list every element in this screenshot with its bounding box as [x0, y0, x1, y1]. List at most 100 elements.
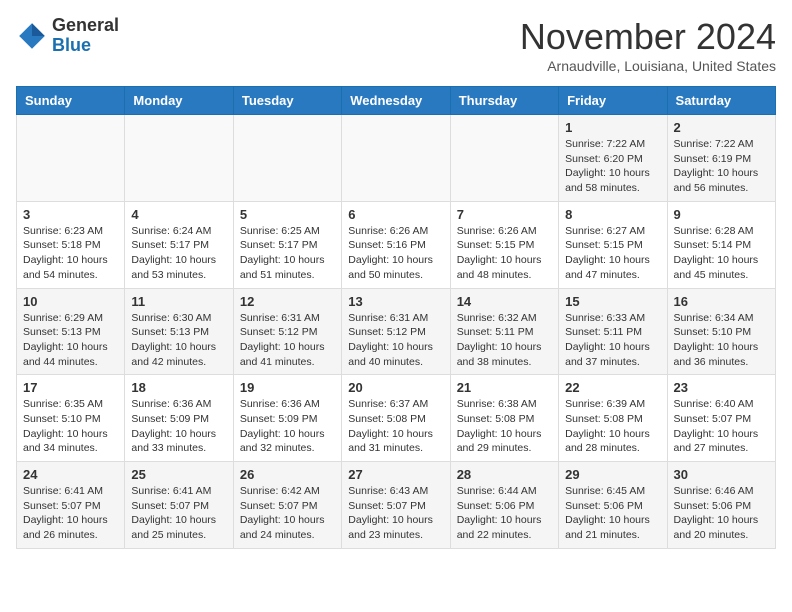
- day-number: 22: [565, 380, 660, 395]
- day-info: Sunrise: 6:30 AM Sunset: 5:13 PM Dayligh…: [131, 311, 226, 370]
- calendar-cell: 16 Sunrise: 6:34 AM Sunset: 5:10 PM Dayli…: [667, 288, 775, 375]
- calendar-cell: 8 Sunrise: 6:27 AM Sunset: 5:15 PM Daylig…: [559, 201, 667, 288]
- calendar-cell: 22 Sunrise: 6:39 AM Sunset: 5:08 PM Dayli…: [559, 375, 667, 462]
- day-number: 28: [457, 467, 552, 482]
- day-number: 7: [457, 207, 552, 222]
- calendar-cell: 11 Sunrise: 6:30 AM Sunset: 5:13 PM Dayli…: [125, 288, 233, 375]
- day-number: 27: [348, 467, 443, 482]
- day-number: 18: [131, 380, 226, 395]
- day-info: Sunrise: 6:28 AM Sunset: 5:14 PM Dayligh…: [674, 224, 769, 283]
- week-row-4: 17Sunrise: 6:35 AM Sunset: 5:10 PM Dayli…: [17, 375, 776, 462]
- day-number: 21: [457, 380, 552, 395]
- day-number: 24: [23, 467, 118, 482]
- weekday-header-row: SundayMondayTuesdayWednesdayThursdayFrid…: [17, 87, 776, 115]
- calendar-cell: 2 Sunrise: 7:22 AM Sunset: 6:19 PM Daylig…: [667, 115, 775, 202]
- day-number: 11: [131, 294, 226, 309]
- day-info: Sunrise: 6:24 AM Sunset: 5:17 PM Dayligh…: [131, 224, 226, 283]
- day-number: 1: [565, 120, 660, 135]
- calendar-cell: 9 Sunrise: 6:28 AM Sunset: 5:14 PM Daylig…: [667, 201, 775, 288]
- day-info: Sunrise: 6:33 AM Sunset: 5:11 PM Dayligh…: [565, 311, 660, 370]
- weekday-header-tuesday: Tuesday: [233, 87, 341, 115]
- calendar-cell: 27 Sunrise: 6:43 AM Sunset: 5:07 PM Dayli…: [342, 462, 450, 549]
- logo-icon: [16, 20, 48, 52]
- calendar-cell: 15 Sunrise: 6:33 AM Sunset: 5:11 PM Dayli…: [559, 288, 667, 375]
- day-number: 9: [674, 207, 769, 222]
- weekday-header-thursday: Thursday: [450, 87, 558, 115]
- day-number: 19: [240, 380, 335, 395]
- day-info: Sunrise: 6:42 AM Sunset: 5:07 PM Dayligh…: [240, 484, 335, 543]
- day-number: 20: [348, 380, 443, 395]
- day-info: Sunrise: 6:31 AM Sunset: 5:12 PM Dayligh…: [348, 311, 443, 370]
- calendar-cell: 20 Sunrise: 6:37 AM Sunset: 5:08 PM Dayli…: [342, 375, 450, 462]
- day-info: Sunrise: 6:41 AM Sunset: 5:07 PM Dayligh…: [23, 484, 118, 543]
- day-info: Sunrise: 7:22 AM Sunset: 6:20 PM Dayligh…: [565, 137, 660, 196]
- day-number: 10: [23, 294, 118, 309]
- weekday-header-friday: Friday: [559, 87, 667, 115]
- day-info: Sunrise: 6:43 AM Sunset: 5:07 PM Dayligh…: [348, 484, 443, 543]
- day-info: Sunrise: 6:36 AM Sunset: 5:09 PM Dayligh…: [240, 397, 335, 456]
- calendar-cell: 13 Sunrise: 6:31 AM Sunset: 5:12 PM Dayli…: [342, 288, 450, 375]
- day-info: Sunrise: 6:40 AM Sunset: 5:07 PM Dayligh…: [674, 397, 769, 456]
- month-title: November 2024: [520, 16, 776, 58]
- day-number: 8: [565, 207, 660, 222]
- day-info: Sunrise: 6:25 AM Sunset: 5:17 PM Dayligh…: [240, 224, 335, 283]
- day-number: 2: [674, 120, 769, 135]
- day-info: Sunrise: 6:27 AM Sunset: 5:15 PM Dayligh…: [565, 224, 660, 283]
- calendar-cell: 28 Sunrise: 6:44 AM Sunset: 5:06 PM Dayli…: [450, 462, 558, 549]
- day-number: 5: [240, 207, 335, 222]
- day-info: Sunrise: 6:41 AM Sunset: 5:07 PM Dayligh…: [131, 484, 226, 543]
- day-number: 15: [565, 294, 660, 309]
- calendar-cell: 17Sunrise: 6:35 AM Sunset: 5:10 PM Dayli…: [17, 375, 125, 462]
- week-row-2: 3Sunrise: 6:23 AM Sunset: 5:18 PM Daylig…: [17, 201, 776, 288]
- calendar-cell: 18 Sunrise: 6:36 AM Sunset: 5:09 PM Dayli…: [125, 375, 233, 462]
- day-info: Sunrise: 6:29 AM Sunset: 5:13 PM Dayligh…: [23, 311, 118, 370]
- day-number: 13: [348, 294, 443, 309]
- calendar-cell: 14Sunrise: 6:32 AM Sunset: 5:11 PM Dayli…: [450, 288, 558, 375]
- day-info: Sunrise: 6:31 AM Sunset: 5:12 PM Dayligh…: [240, 311, 335, 370]
- day-info: Sunrise: 6:37 AM Sunset: 5:08 PM Dayligh…: [348, 397, 443, 456]
- calendar-cell: 4Sunrise: 6:24 AM Sunset: 5:17 PM Daylig…: [125, 201, 233, 288]
- logo: General Blue: [16, 16, 119, 56]
- calendar-cell: 29Sunrise: 6:45 AM Sunset: 5:06 PM Dayli…: [559, 462, 667, 549]
- calendar-cell: [17, 115, 125, 202]
- calendar-cell: 5 Sunrise: 6:25 AM Sunset: 5:17 PM Daylig…: [233, 201, 341, 288]
- day-info: Sunrise: 6:35 AM Sunset: 5:10 PM Dayligh…: [23, 397, 118, 456]
- day-number: 3: [23, 207, 118, 222]
- page-header: General Blue November 2024 Arnaudville, …: [16, 16, 776, 74]
- weekday-header-monday: Monday: [125, 87, 233, 115]
- day-info: Sunrise: 6:36 AM Sunset: 5:09 PM Dayligh…: [131, 397, 226, 456]
- title-block: November 2024 Arnaudville, Louisiana, Un…: [520, 16, 776, 74]
- calendar-cell: 19 Sunrise: 6:36 AM Sunset: 5:09 PM Dayli…: [233, 375, 341, 462]
- day-number: 23: [674, 380, 769, 395]
- day-number: 25: [131, 467, 226, 482]
- day-info: Sunrise: 6:26 AM Sunset: 5:15 PM Dayligh…: [457, 224, 552, 283]
- calendar-cell: 25 Sunrise: 6:41 AM Sunset: 5:07 PM Dayli…: [125, 462, 233, 549]
- location-subtitle: Arnaudville, Louisiana, United States: [520, 58, 776, 74]
- calendar-cell: [342, 115, 450, 202]
- calendar-cell: 24 Sunrise: 6:41 AM Sunset: 5:07 PM Dayli…: [17, 462, 125, 549]
- day-number: 14: [457, 294, 552, 309]
- calendar-cell: 30Sunrise: 6:46 AM Sunset: 5:06 PM Dayli…: [667, 462, 775, 549]
- day-info: Sunrise: 6:45 AM Sunset: 5:06 PM Dayligh…: [565, 484, 660, 543]
- day-info: Sunrise: 6:34 AM Sunset: 5:10 PM Dayligh…: [674, 311, 769, 370]
- day-info: Sunrise: 6:26 AM Sunset: 5:16 PM Dayligh…: [348, 224, 443, 283]
- day-info: Sunrise: 6:39 AM Sunset: 5:08 PM Dayligh…: [565, 397, 660, 456]
- calendar-cell: 3Sunrise: 6:23 AM Sunset: 5:18 PM Daylig…: [17, 201, 125, 288]
- calendar-cell: 7 Sunrise: 6:26 AM Sunset: 5:15 PM Daylig…: [450, 201, 558, 288]
- day-number: 6: [348, 207, 443, 222]
- calendar-cell: 12Sunrise: 6:31 AM Sunset: 5:12 PM Dayli…: [233, 288, 341, 375]
- day-info: Sunrise: 6:44 AM Sunset: 5:06 PM Dayligh…: [457, 484, 552, 543]
- week-row-1: 1 Sunrise: 7:22 AM Sunset: 6:20 PM Daylig…: [17, 115, 776, 202]
- day-number: 26: [240, 467, 335, 482]
- weekday-header-saturday: Saturday: [667, 87, 775, 115]
- calendar-cell: 6 Sunrise: 6:26 AM Sunset: 5:16 PM Daylig…: [342, 201, 450, 288]
- week-row-5: 24 Sunrise: 6:41 AM Sunset: 5:07 PM Dayli…: [17, 462, 776, 549]
- day-info: Sunrise: 6:46 AM Sunset: 5:06 PM Dayligh…: [674, 484, 769, 543]
- weekday-header-wednesday: Wednesday: [342, 87, 450, 115]
- calendar-cell: [450, 115, 558, 202]
- logo-text: General Blue: [52, 16, 119, 56]
- calendar-cell: 23 Sunrise: 6:40 AM Sunset: 5:07 PM Dayli…: [667, 375, 775, 462]
- day-info: Sunrise: 6:38 AM Sunset: 5:08 PM Dayligh…: [457, 397, 552, 456]
- day-number: 16: [674, 294, 769, 309]
- day-info: Sunrise: 7:22 AM Sunset: 6:19 PM Dayligh…: [674, 137, 769, 196]
